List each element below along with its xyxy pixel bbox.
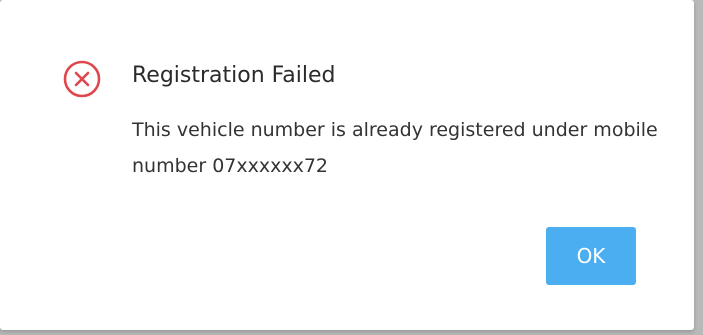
- registration-failed-dialog: Registration Failed This vehicle number …: [0, 0, 694, 330]
- dialog-message: This vehicle number is already registere…: [132, 119, 658, 177]
- error-icon: [62, 59, 102, 99]
- dialog-title: Registration Failed: [132, 63, 336, 88]
- ok-button[interactable]: OK: [546, 227, 636, 285]
